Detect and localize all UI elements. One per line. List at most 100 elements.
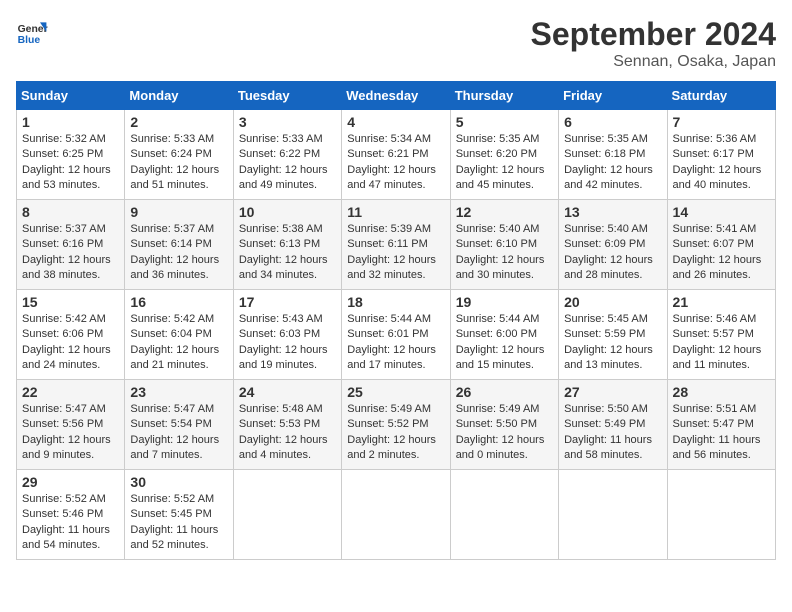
day-info: Sunrise: 5:50 AM Sunset: 5:49 PM Dayligh…: [564, 402, 661, 464]
day-cell-16: 16Sunrise: 5:42 AM Sunset: 6:04 PM Dayli…: [125, 290, 233, 380]
day-number: 27: [564, 384, 661, 400]
day-number: 10: [239, 204, 336, 220]
day-cell-1: 1 Sunrise: 5:32 AM Sunset: 6:25 PM Daylig…: [17, 110, 125, 200]
header-tuesday: Tuesday: [233, 82, 341, 110]
day-number: 28: [673, 384, 770, 400]
day-number: 9: [130, 204, 227, 220]
day-cell-28: 28 Sunrise: 5:51 AM Sunset: 5:47 PM Dayli…: [667, 380, 775, 470]
header-wednesday: Wednesday: [342, 82, 450, 110]
day-number: 30: [130, 474, 227, 490]
day-number: 17: [239, 294, 336, 310]
day-number: 1: [22, 114, 119, 130]
day-number: 25: [347, 384, 444, 400]
day-cell-4: 4 Sunrise: 5:34 AM Sunset: 6:21 PM Daylig…: [342, 110, 450, 200]
day-number: 20: [564, 294, 661, 310]
header-friday: Friday: [559, 82, 667, 110]
day-number: 12: [456, 204, 553, 220]
day-cell-5: 5 Sunrise: 5:35 AM Sunset: 6:20 PM Daylig…: [450, 110, 558, 200]
empty-cell: [233, 470, 341, 560]
day-number: 15: [22, 294, 119, 310]
day-number: 6: [564, 114, 661, 130]
day-cell-17: 17 Sunrise: 5:43 AM Sunset: 6:03 PM Dayli…: [233, 290, 341, 380]
day-number: 26: [456, 384, 553, 400]
day-cell-6: 6 Sunrise: 5:35 AM Sunset: 6:18 PM Daylig…: [559, 110, 667, 200]
day-cell-26: 26 Sunrise: 5:49 AM Sunset: 5:50 PM Dayli…: [450, 380, 558, 470]
day-info: Sunrise: 5:52 AM Sunset: 5:45 PM Dayligh…: [130, 492, 227, 554]
day-number: 2: [130, 114, 227, 130]
day-cell-14: 14Sunrise: 5:41 AM Sunset: 6:07 PM Dayli…: [667, 200, 775, 290]
day-info: Sunrise: 5:49 AM Sunset: 5:52 PM Dayligh…: [347, 402, 444, 464]
day-info: Sunrise: 5:36 AM Sunset: 6:17 PM Dayligh…: [673, 132, 770, 194]
day-number: 24: [239, 384, 336, 400]
day-cell-10: 10Sunrise: 5:38 AM Sunset: 6:13 PM Dayli…: [233, 200, 341, 290]
day-info: Sunrise: 5:34 AM Sunset: 6:21 PM Dayligh…: [347, 132, 444, 194]
day-info: Sunrise: 5:40 AM Sunset: 6:09 PM Dayligh…: [564, 222, 661, 284]
day-info: Sunrise: 5:47 AM Sunset: 5:54 PM Dayligh…: [130, 402, 227, 464]
day-cell-27: 27 Sunrise: 5:50 AM Sunset: 5:49 PM Dayli…: [559, 380, 667, 470]
day-info: Sunrise: 5:42 AM Sunset: 6:04 PM Dayligh…: [130, 312, 227, 374]
calendar-title: September 2024: [531, 16, 776, 53]
title-block: September 2024 Sennan, Osaka, Japan: [531, 16, 776, 71]
day-info: Sunrise: 5:39 AM Sunset: 6:11 PM Dayligh…: [347, 222, 444, 284]
header-saturday: Saturday: [667, 82, 775, 110]
empty-cell: [450, 470, 558, 560]
day-info: Sunrise: 5:33 AM Sunset: 6:22 PM Dayligh…: [239, 132, 336, 194]
day-info: Sunrise: 5:40 AM Sunset: 6:10 PM Dayligh…: [456, 222, 553, 284]
day-number: 8: [22, 204, 119, 220]
day-info: Sunrise: 5:35 AM Sunset: 6:18 PM Dayligh…: [564, 132, 661, 194]
calendar-week-2: 15 Sunrise: 5:42 AM Sunset: 6:06 PM Dayli…: [17, 290, 776, 380]
day-number: 11: [347, 204, 444, 220]
day-cell-19: 19 Sunrise: 5:44 AM Sunset: 6:00 PM Dayli…: [450, 290, 558, 380]
day-info: Sunrise: 5:44 AM Sunset: 6:01 PM Dayligh…: [347, 312, 444, 374]
day-info: Sunrise: 5:35 AM Sunset: 6:20 PM Dayligh…: [456, 132, 553, 194]
day-info: Sunrise: 5:32 AM Sunset: 6:25 PM Dayligh…: [22, 132, 119, 194]
day-cell-20: 20 Sunrise: 5:45 AM Sunset: 5:59 PM Dayli…: [559, 290, 667, 380]
empty-cell: [559, 470, 667, 560]
calendar-week-0: 1 Sunrise: 5:32 AM Sunset: 6:25 PM Daylig…: [17, 110, 776, 200]
day-cell-12: 12 Sunrise: 5:40 AM Sunset: 6:10 PM Dayli…: [450, 200, 558, 290]
day-cell-30: 30 Sunrise: 5:52 AM Sunset: 5:45 PM Dayli…: [125, 470, 233, 560]
day-cell-9: 9 Sunrise: 5:37 AM Sunset: 6:14 PM Daylig…: [125, 200, 233, 290]
day-number: 5: [456, 114, 553, 130]
day-cell-21: 21 Sunrise: 5:46 AM Sunset: 5:57 PM Dayli…: [667, 290, 775, 380]
header-thursday: Thursday: [450, 82, 558, 110]
logo: General Blue: [16, 16, 48, 48]
day-number: 7: [673, 114, 770, 130]
header: General Blue September 2024 Sennan, Osak…: [16, 16, 776, 71]
day-cell-11: 11 Sunrise: 5:39 AM Sunset: 6:11 PM Dayli…: [342, 200, 450, 290]
day-info: Sunrise: 5:45 AM Sunset: 5:59 PM Dayligh…: [564, 312, 661, 374]
logo-icon: General Blue: [16, 16, 48, 48]
header-sunday: Sunday: [17, 82, 125, 110]
day-number: 13: [564, 204, 661, 220]
day-info: Sunrise: 5:47 AM Sunset: 5:56 PM Dayligh…: [22, 402, 119, 464]
day-info: Sunrise: 5:37 AM Sunset: 6:16 PM Dayligh…: [22, 222, 119, 284]
day-info: Sunrise: 5:44 AM Sunset: 6:00 PM Dayligh…: [456, 312, 553, 374]
day-number: 3: [239, 114, 336, 130]
day-number: 19: [456, 294, 553, 310]
day-cell-2: 2Sunrise: 5:33 AM Sunset: 6:24 PM Daylig…: [125, 110, 233, 200]
day-info: Sunrise: 5:43 AM Sunset: 6:03 PM Dayligh…: [239, 312, 336, 374]
calendar-subtitle: Sennan, Osaka, Japan: [531, 53, 776, 71]
day-cell-13: 13 Sunrise: 5:40 AM Sunset: 6:09 PM Dayli…: [559, 200, 667, 290]
day-cell-25: 25 Sunrise: 5:49 AM Sunset: 5:52 PM Dayli…: [342, 380, 450, 470]
day-cell-23: 23 Sunrise: 5:47 AM Sunset: 5:54 PM Dayli…: [125, 380, 233, 470]
empty-cell: [667, 470, 775, 560]
day-number: 4: [347, 114, 444, 130]
empty-cell: [342, 470, 450, 560]
day-info: Sunrise: 5:41 AM Sunset: 6:07 PM Dayligh…: [673, 222, 770, 284]
header-monday: Monday: [125, 82, 233, 110]
calendar-week-3: 22Sunrise: 5:47 AM Sunset: 5:56 PM Dayli…: [17, 380, 776, 470]
svg-text:Blue: Blue: [18, 35, 41, 46]
day-number: 21: [673, 294, 770, 310]
day-number: 23: [130, 384, 227, 400]
day-cell-8: 8 Sunrise: 5:37 AM Sunset: 6:16 PM Daylig…: [17, 200, 125, 290]
day-info: Sunrise: 5:37 AM Sunset: 6:14 PM Dayligh…: [130, 222, 227, 284]
day-info: Sunrise: 5:42 AM Sunset: 6:06 PM Dayligh…: [22, 312, 119, 374]
day-cell-7: 7 Sunrise: 5:36 AM Sunset: 6:17 PM Daylig…: [667, 110, 775, 200]
day-info: Sunrise: 5:51 AM Sunset: 5:47 PM Dayligh…: [673, 402, 770, 464]
day-cell-15: 15 Sunrise: 5:42 AM Sunset: 6:06 PM Dayli…: [17, 290, 125, 380]
day-cell-22: 22Sunrise: 5:47 AM Sunset: 5:56 PM Dayli…: [17, 380, 125, 470]
day-info: Sunrise: 5:49 AM Sunset: 5:50 PM Dayligh…: [456, 402, 553, 464]
day-cell-29: 29Sunrise: 5:52 AM Sunset: 5:46 PM Dayli…: [17, 470, 125, 560]
day-info: Sunrise: 5:46 AM Sunset: 5:57 PM Dayligh…: [673, 312, 770, 374]
